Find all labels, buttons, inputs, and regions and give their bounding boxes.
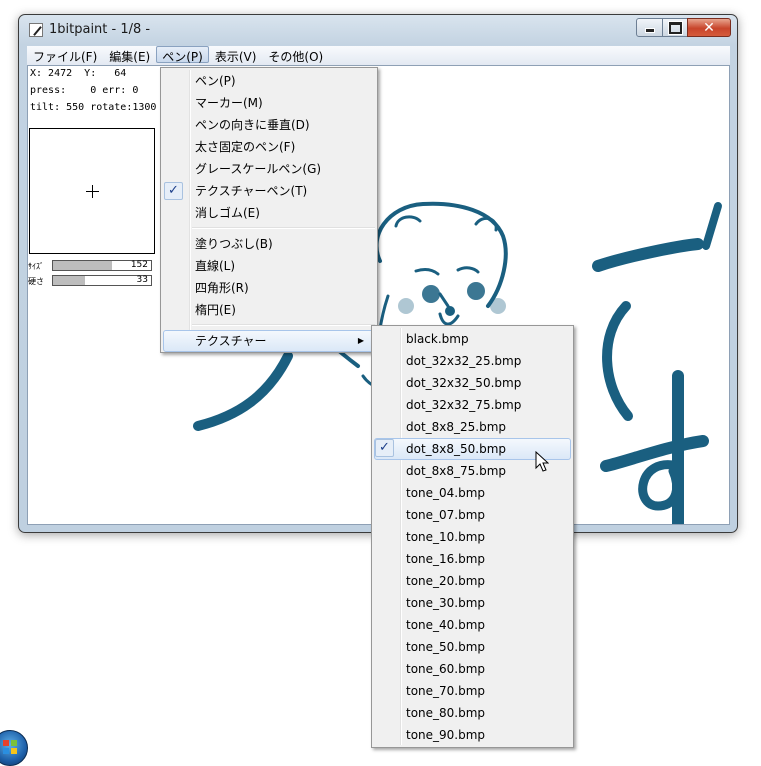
size-value: 152 <box>130 260 148 270</box>
texture-menu-item[interactable]: tone_07.bmp <box>372 504 573 526</box>
menu-edit[interactable]: 編集(E) <box>103 46 156 65</box>
menu-item-label: tone_80.bmp <box>406 706 486 720</box>
menu-item-label: tone_70.bmp <box>406 684 486 698</box>
menu-item-label: dot_8x8_25.bmp <box>406 420 507 434</box>
texture-menu-item[interactable]: tone_40.bmp <box>372 614 573 636</box>
menu-item-texture[interactable]: テクスチャー ▶ <box>163 330 375 352</box>
tool-panel: X: 2472 Y: 64 press: 0 err: 0 tilt: 550 … <box>28 66 160 294</box>
submenu-arrow-icon: ▶ <box>357 336 364 345</box>
size-slider[interactable]: 152 <box>52 260 152 271</box>
shape-menu-item[interactable]: 直線(L) <box>161 255 377 277</box>
menu-item-label: dot_32x32_50.bmp <box>406 376 522 390</box>
menu-item-label: 消しゴム(E) <box>195 206 260 220</box>
texture-menu-item[interactable]: tone_04.bmp <box>372 482 573 504</box>
menu-item-label: tone_40.bmp <box>406 618 486 632</box>
checkmark-icon: ✓ <box>164 182 183 200</box>
texture-menu-item[interactable]: tone_90.bmp <box>372 724 573 746</box>
texture-menu-item[interactable]: tone_30.bmp <box>372 592 573 614</box>
menu-item-label: テクスチャーペン(T) <box>195 184 308 198</box>
menu-item-label: ペンの向きに垂直(D) <box>195 118 310 132</box>
menu-item-label: black.bmp <box>406 332 469 346</box>
pen-menu-item[interactable]: グレースケールペン(G) <box>161 158 377 180</box>
checkmark-icon: ✓ <box>375 439 394 457</box>
menu-item-label: 直線(L) <box>195 259 236 273</box>
texture-menu-item[interactable]: dot_32x32_75.bmp <box>372 394 573 416</box>
coordinate-readout: X: 2472 Y: 64 <box>30 68 127 79</box>
pen-menu-item[interactable]: 消しゴム(E) <box>161 202 377 224</box>
menu-item-label: 四角形(R) <box>195 281 249 295</box>
menu-item-label: tone_90.bmp <box>406 728 486 742</box>
pen-menu-item[interactable]: 太さ固定のペン(F) <box>161 136 377 158</box>
menu-separator <box>192 227 375 229</box>
texture-menu-item[interactable]: tone_20.bmp <box>372 570 573 592</box>
brush-preview <box>29 128 155 254</box>
tilt-readout: tilt: 550 rotate:1300 <box>30 102 157 113</box>
app-pencil-icon[interactable] <box>29 23 43 37</box>
maximize-icon <box>668 21 682 34</box>
texture-menu-item[interactable]: tone_80.bmp <box>372 702 573 724</box>
menu-bar: ファイル(F) 編集(E) ペン(P) 表示(V) その他(O) <box>27 46 730 66</box>
menu-other[interactable]: その他(O) <box>262 46 329 65</box>
menu-item-label: dot_32x32_25.bmp <box>406 354 522 368</box>
size-label: ｻｲｽﾞ <box>28 262 44 271</box>
menu-item-label: 太さ固定のペン(F) <box>195 140 296 154</box>
pen-menu-item[interactable]: ペンの向きに垂直(D) <box>161 114 377 136</box>
mouse-pointer-icon <box>535 451 549 472</box>
menu-view[interactable]: 表示(V) <box>209 46 263 65</box>
menu-item-label: マーカー(M) <box>195 96 263 110</box>
hardness-slider[interactable]: 33 <box>52 275 152 286</box>
texture-menu-item[interactable]: tone_10.bmp <box>372 526 573 548</box>
menu-pen[interactable]: ペン(P) <box>156 46 209 64</box>
pressure-readout: press: 0 err: 0 <box>30 85 139 96</box>
menu-item-label: グレースケールペン(G) <box>195 162 322 176</box>
menu-item-label: テクスチャー <box>195 334 267 348</box>
menu-item-label: tone_20.bmp <box>406 574 486 588</box>
menu-item-label: 楕円(E) <box>195 303 236 317</box>
texture-menu-item[interactable]: dot_8x8_25.bmp <box>372 416 573 438</box>
texture-menu-item[interactable]: tone_50.bmp <box>372 636 573 658</box>
maximize-button[interactable] <box>662 18 688 37</box>
texture-menu-item[interactable]: dot_32x32_25.bmp <box>372 350 573 372</box>
texture-menu-item[interactable]: tone_70.bmp <box>372 680 573 702</box>
pen-menu-dropdown: ペン(P) マーカー(M) ペンの向きに垂直(D) 太さ固定のペン(F) グレースケール… <box>160 67 378 353</box>
menu-item-label: tone_50.bmp <box>406 640 486 654</box>
menu-item-label: tone_07.bmp <box>406 508 486 522</box>
menu-separator <box>192 324 375 326</box>
menu-file[interactable]: ファイル(F) <box>27 46 103 65</box>
menu-item-label: dot_8x8_50.bmp <box>406 442 507 456</box>
menu-item-label: tone_10.bmp <box>406 530 486 544</box>
crosshair-icon <box>86 185 99 198</box>
close-icon: ✕ <box>703 19 715 36</box>
menu-item-label: dot_32x32_75.bmp <box>406 398 522 412</box>
texture-menu-item[interactable]: black.bmp <box>372 328 573 350</box>
texture-menu-item[interactable]: tone_16.bmp <box>372 548 573 570</box>
texture-menu-item[interactable]: tone_60.bmp <box>372 658 573 680</box>
minimize-icon <box>644 28 655 33</box>
texture-submenu: black.bmp dot_32x32_25.bmp dot_32x32_50.bm… <box>371 325 574 748</box>
menu-item-label: tone_30.bmp <box>406 596 486 610</box>
size-slider-fill <box>53 261 112 270</box>
menu-item-label: tone_16.bmp <box>406 552 486 566</box>
hardness-label: 硬さ <box>28 277 44 286</box>
shape-menu-item[interactable]: 四角形(R) <box>161 277 377 299</box>
pen-menu-item[interactable]: ✓ テクスチャーペン(T) <box>161 180 377 202</box>
pen-menu-item[interactable]: マーカー(M) <box>161 92 377 114</box>
menu-item-label: tone_60.bmp <box>406 662 486 676</box>
hardness-slider-fill <box>53 276 86 285</box>
minimize-button[interactable] <box>636 18 663 37</box>
menu-item-label: dot_8x8_75.bmp <box>406 464 507 478</box>
window-title: 1bitpaint - 1/8 - <box>49 22 151 37</box>
title-bar[interactable]: 1bitpaint - 1/8 - ✕ <box>19 15 737 45</box>
texture-menu-item[interactable]: dot_32x32_50.bmp <box>372 372 573 394</box>
hardness-value: 33 <box>136 275 148 285</box>
shape-menu-item[interactable]: 塗りつぶし(B) <box>161 233 377 255</box>
menu-item-label: 塗りつぶし(B) <box>195 237 273 251</box>
windows-start-icon[interactable] <box>0 730 28 766</box>
pen-menu-item[interactable]: ペン(P) <box>161 70 377 92</box>
menu-item-label: tone_04.bmp <box>406 486 486 500</box>
close-button[interactable]: ✕ <box>687 18 731 37</box>
menu-item-label: ペン(P) <box>195 74 236 88</box>
shape-menu-item[interactable]: 楕円(E) <box>161 299 377 321</box>
